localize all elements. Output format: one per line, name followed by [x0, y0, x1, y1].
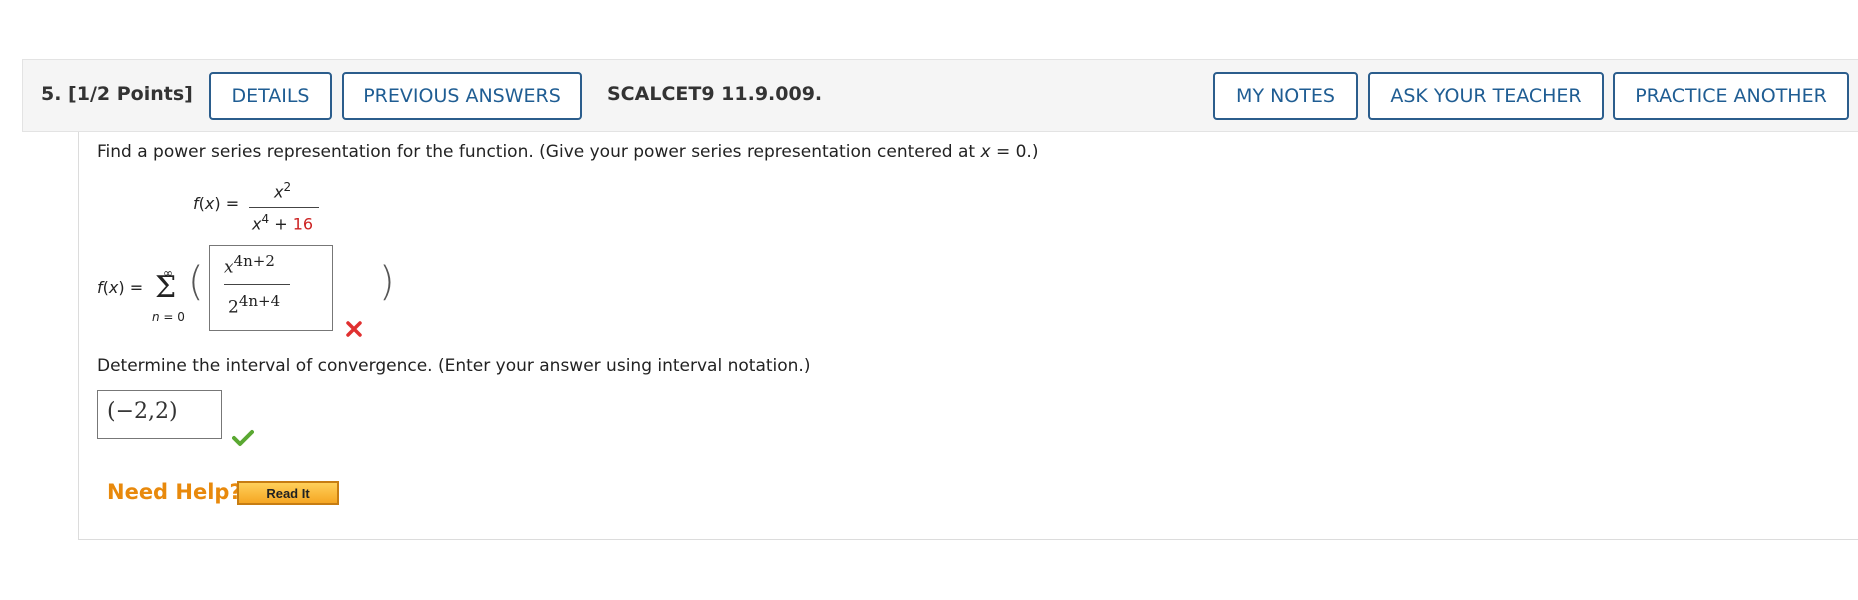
details-button[interactable]: DETAILS — [209, 72, 332, 120]
function-fraction-bar — [249, 207, 319, 208]
interval-prompt: Determine the interval of convergence. (… — [97, 356, 811, 376]
answer-fraction-bar — [224, 284, 290, 285]
need-help-label: Need Help? — [107, 480, 242, 504]
my-notes-button[interactable]: MY NOTES — [1213, 72, 1358, 120]
close-paren: ) — [379, 259, 395, 305]
previous-answers-button[interactable]: PREVIOUS ANSWERS — [342, 72, 582, 120]
ask-your-teacher-button[interactable]: ASK YOUR TEACHER — [1368, 72, 1604, 120]
function-denominator: x4 + 16 — [252, 212, 314, 234]
answer-denominator: 24n+4 — [228, 292, 281, 318]
correct-check-icon — [232, 430, 254, 446]
question-prompt: Find a power series representation for t… — [97, 142, 1039, 162]
read-it-button[interactable]: Read It — [237, 481, 339, 505]
incorrect-x-icon — [346, 321, 362, 337]
function-lhs: f(x) = — [193, 194, 240, 213]
practice-another-button[interactable]: PRACTICE ANOTHER — [1613, 72, 1849, 120]
answer-numerator: x4n+2 — [224, 252, 275, 278]
question-number-points: 5. [1/2 Points] — [41, 83, 193, 105]
interval-answer-value: (−2,2) — [107, 399, 178, 424]
series-lhs: f(x) = — [97, 278, 144, 297]
assignment-code: SCALCET9 11.9.009. — [607, 83, 823, 105]
function-numerator: x2 — [274, 180, 292, 202]
sum-lower-limit: n = 0 — [152, 310, 185, 324]
open-paren: ( — [188, 259, 204, 305]
sigma-symbol: Σ — [155, 270, 177, 305]
